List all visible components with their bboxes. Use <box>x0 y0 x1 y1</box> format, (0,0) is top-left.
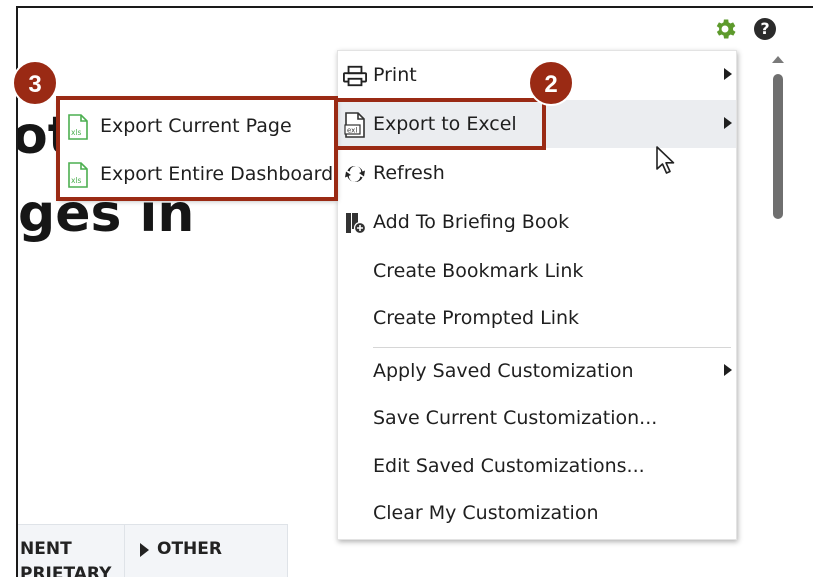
menu-item-label: Print <box>373 64 417 86</box>
table-column-header-line1: NENT <box>20 539 72 559</box>
menu-item-label: Edit Saved Customizations... <box>373 455 645 477</box>
page-toolbar: ? <box>712 16 776 42</box>
menu-item-edit-saved-customizations[interactable]: Edit Saved Customizations... <box>338 442 736 490</box>
background-table-header: NENT PRIETARY OTHER <box>18 524 288 577</box>
menu-item-label: Add To Briefing Book <box>373 211 570 233</box>
callout-badge-step-2: 2 <box>528 60 574 106</box>
menu-item-label: Apply Saved Customization <box>373 360 634 382</box>
briefing-book-icon <box>343 211 367 235</box>
menu-item-label: Clear My Customization <box>373 502 599 524</box>
callout-box-export-to-excel <box>334 98 546 150</box>
printer-icon <box>343 64 367 88</box>
menu-item-apply-saved-customization[interactable]: Apply Saved Customization <box>338 347 736 395</box>
help-icon[interactable]: ? <box>754 18 776 40</box>
callout-box-export-options <box>56 96 338 201</box>
table-column-header-other[interactable]: OTHER <box>140 537 222 562</box>
menu-item-create-prompted-link[interactable]: Create Prompted Link <box>338 294 736 342</box>
submenu-arrow-icon <box>724 364 732 376</box>
menu-item-add-to-briefing-book[interactable]: Add To Briefing Book <box>338 198 736 246</box>
scrollbar-thumb[interactable] <box>773 74 783 219</box>
submenu-arrow-icon <box>724 117 732 129</box>
callout-badge-step-3: 3 <box>12 60 58 106</box>
vertical-scrollbar[interactable] <box>767 52 789 577</box>
refresh-icon <box>343 162 367 186</box>
menu-item-create-bookmark-link[interactable]: Create Bookmark Link <box>338 247 736 295</box>
table-column-header-other-label: OTHER <box>157 539 222 559</box>
scroll-up-arrow-icon[interactable] <box>772 56 784 63</box>
menu-item-clear-my-customization[interactable]: Clear My Customization <box>338 489 736 537</box>
table-column-header[interactable]: NENT PRIETARY <box>20 537 111 577</box>
expand-triangle-icon <box>140 542 149 557</box>
gear-icon[interactable] <box>712 16 738 42</box>
menu-item-label: Create Prompted Link <box>373 307 580 329</box>
table-column-divider <box>124 525 125 577</box>
mouse-pointer-icon <box>656 146 675 174</box>
menu-item-label: Refresh <box>373 162 445 184</box>
table-column-header-line2: PRIETARY <box>20 564 112 577</box>
submenu-arrow-icon <box>724 68 732 80</box>
menu-item-save-current-customization[interactable]: Save Current Customization... <box>338 394 736 442</box>
menu-item-label: Save Current Customization... <box>373 407 658 429</box>
menu-item-label: Create Bookmark Link <box>373 260 584 282</box>
